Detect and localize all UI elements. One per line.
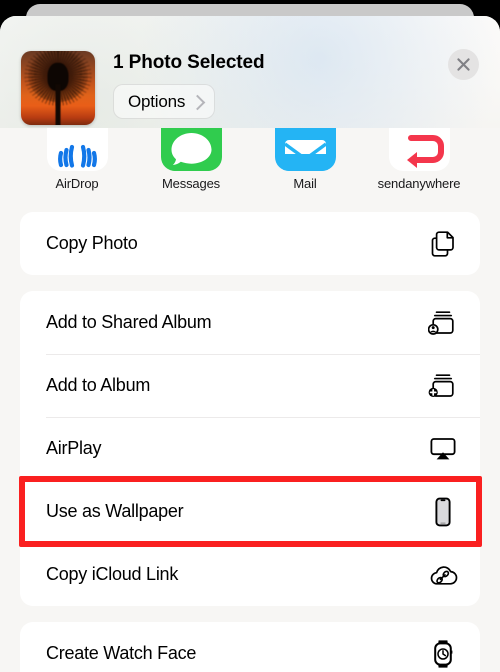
action-group: Add to Shared Album Add to Album AirPlay… [20,291,480,606]
share-target-notes[interactable]: N [476,128,500,191]
action-row-use-as-wallpaper[interactable]: Use as Wallpaper [20,480,480,543]
add-album-icon [428,371,458,401]
share-target-label: Mail [293,176,317,191]
action-row-add-to-shared-album[interactable]: Add to Shared Album [20,291,480,354]
action-row-add-to-album[interactable]: Add to Album [20,354,480,417]
action-label: Add to Album [46,375,151,395]
shared-album-icon [428,308,458,338]
action-row-copy-icloud-link[interactable]: Copy iCloud Link [20,543,480,606]
action-group: Copy Photo [20,212,480,275]
action-label: Create Watch Face [46,643,197,663]
action-row-create-watch-face[interactable]: Create Watch Face [20,622,480,672]
chevron-right-icon [189,94,206,110]
close-x-icon [457,58,470,71]
mail-icon [274,128,336,171]
action-row-airplay[interactable]: AirPlay [20,417,480,480]
action-label: Copy Photo [46,233,138,253]
action-label: AirPlay [46,438,102,458]
share-targets-row[interactable]: AirDrop Messages Mail sendanywhere [0,128,500,212]
share-sheet: 1 Photo Selected Options AirDrop Message… [0,16,500,672]
share-target-mail[interactable]: Mail [248,128,362,191]
share-target-label: Messages [161,176,221,191]
share-target-sendanywhere[interactable]: sendanywhere [362,128,476,191]
options-button[interactable]: Options [113,84,216,119]
apple-watch-icon [428,639,458,669]
thumbnail-dandelion-stem [55,83,61,125]
photo-thumbnail[interactable] [21,51,95,125]
action-list: Copy Photo Add to Shared Album Add to Al… [0,212,500,672]
action-label: Copy iCloud Link [46,564,179,584]
options-button-label: Options [128,91,186,111]
share-target-label: AirDrop [55,176,99,191]
share-sheet-header: 1 Photo Selected Options [0,16,500,128]
airdrop-icon [46,128,108,171]
icloud-link-icon [428,560,458,590]
messages-icon [160,128,222,171]
iphone-icon [428,497,458,527]
action-group: Create Watch Face [20,622,480,672]
share-target-messages[interactable]: Messages [134,128,248,191]
sendanywhere-icon [388,128,450,171]
page-title: 1 Photo Selected [113,52,265,73]
close-button[interactable] [448,49,479,80]
airplay-icon [428,434,458,464]
action-label: Add to Shared Album [46,312,212,332]
share-target-airdrop[interactable]: AirDrop [20,128,134,191]
share-sheet-screen: 1 Photo Selected Options AirDrop Message… [0,0,500,672]
action-row-copy-photo[interactable]: Copy Photo [20,212,480,275]
action-label: Use as Wallpaper [46,501,184,521]
copy-document-icon [428,229,458,259]
share-target-label: sendanywhere [377,176,461,191]
